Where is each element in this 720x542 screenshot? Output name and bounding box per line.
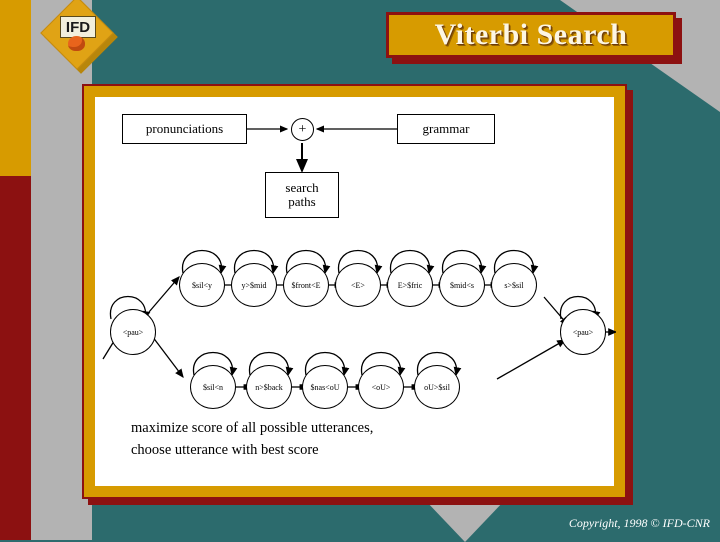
node-top-0: $sil<y bbox=[179, 263, 225, 307]
node-top-5: $mid<s bbox=[439, 263, 485, 307]
background-gold-band bbox=[0, 0, 31, 176]
node-top-1: y>$mid bbox=[231, 263, 277, 307]
decorative-triangle-bottom bbox=[425, 500, 505, 542]
viterbi-diagram: pronunciations + grammar search paths <p… bbox=[95, 97, 616, 486]
node-top-4: E>$fric bbox=[387, 263, 433, 307]
logo-label-box: IFD bbox=[60, 16, 96, 38]
diagram-caption: maximize score of all possible utterance… bbox=[131, 417, 551, 462]
node-bottom-4: oU>$sil bbox=[414, 365, 460, 409]
node-bottom-3: <oU> bbox=[358, 365, 404, 409]
node-exit-pau: <pau> bbox=[560, 309, 606, 355]
node-bottom-1: n>$back bbox=[246, 365, 292, 409]
block-search-paths: search paths bbox=[265, 172, 339, 218]
caption-line-1: maximize score of all possible utterance… bbox=[131, 420, 374, 436]
slide-canvas: Viterbi Search IFD pronunciations + gram… bbox=[0, 0, 720, 542]
node-top-2: $front<E bbox=[283, 263, 329, 307]
combine-operator: + bbox=[291, 118, 314, 141]
block-pronunciations: pronunciations bbox=[122, 114, 247, 144]
block-grammar: grammar bbox=[397, 114, 495, 144]
ifd-logo: IFD bbox=[40, 0, 119, 75]
content-frame: pronunciations + grammar search paths <p… bbox=[82, 84, 627, 499]
node-top-3: <E> bbox=[335, 263, 381, 307]
logo-flame-icon bbox=[68, 36, 85, 51]
caption-line-2: choose utterance with best score bbox=[131, 442, 319, 459]
search-paths-line1: search bbox=[285, 180, 319, 196]
content-area: pronunciations + grammar search paths <p… bbox=[95, 97, 616, 486]
copyright-notice: Copyright, 1998 © IFD-CNR bbox=[568, 516, 710, 530]
logo-label: IFD bbox=[65, 18, 91, 36]
node-entry-pau: <pau> bbox=[110, 309, 156, 355]
node-bottom-2: $nas<oU bbox=[302, 365, 348, 409]
page-title: Viterbi Search bbox=[434, 18, 628, 51]
search-paths-line2: paths bbox=[288, 194, 316, 209]
title-bar: Viterbi Search bbox=[386, 12, 676, 58]
node-top-6: s>$sil bbox=[491, 263, 537, 307]
node-bottom-0: $sil<n bbox=[190, 365, 236, 409]
background-red-band bbox=[0, 176, 31, 540]
